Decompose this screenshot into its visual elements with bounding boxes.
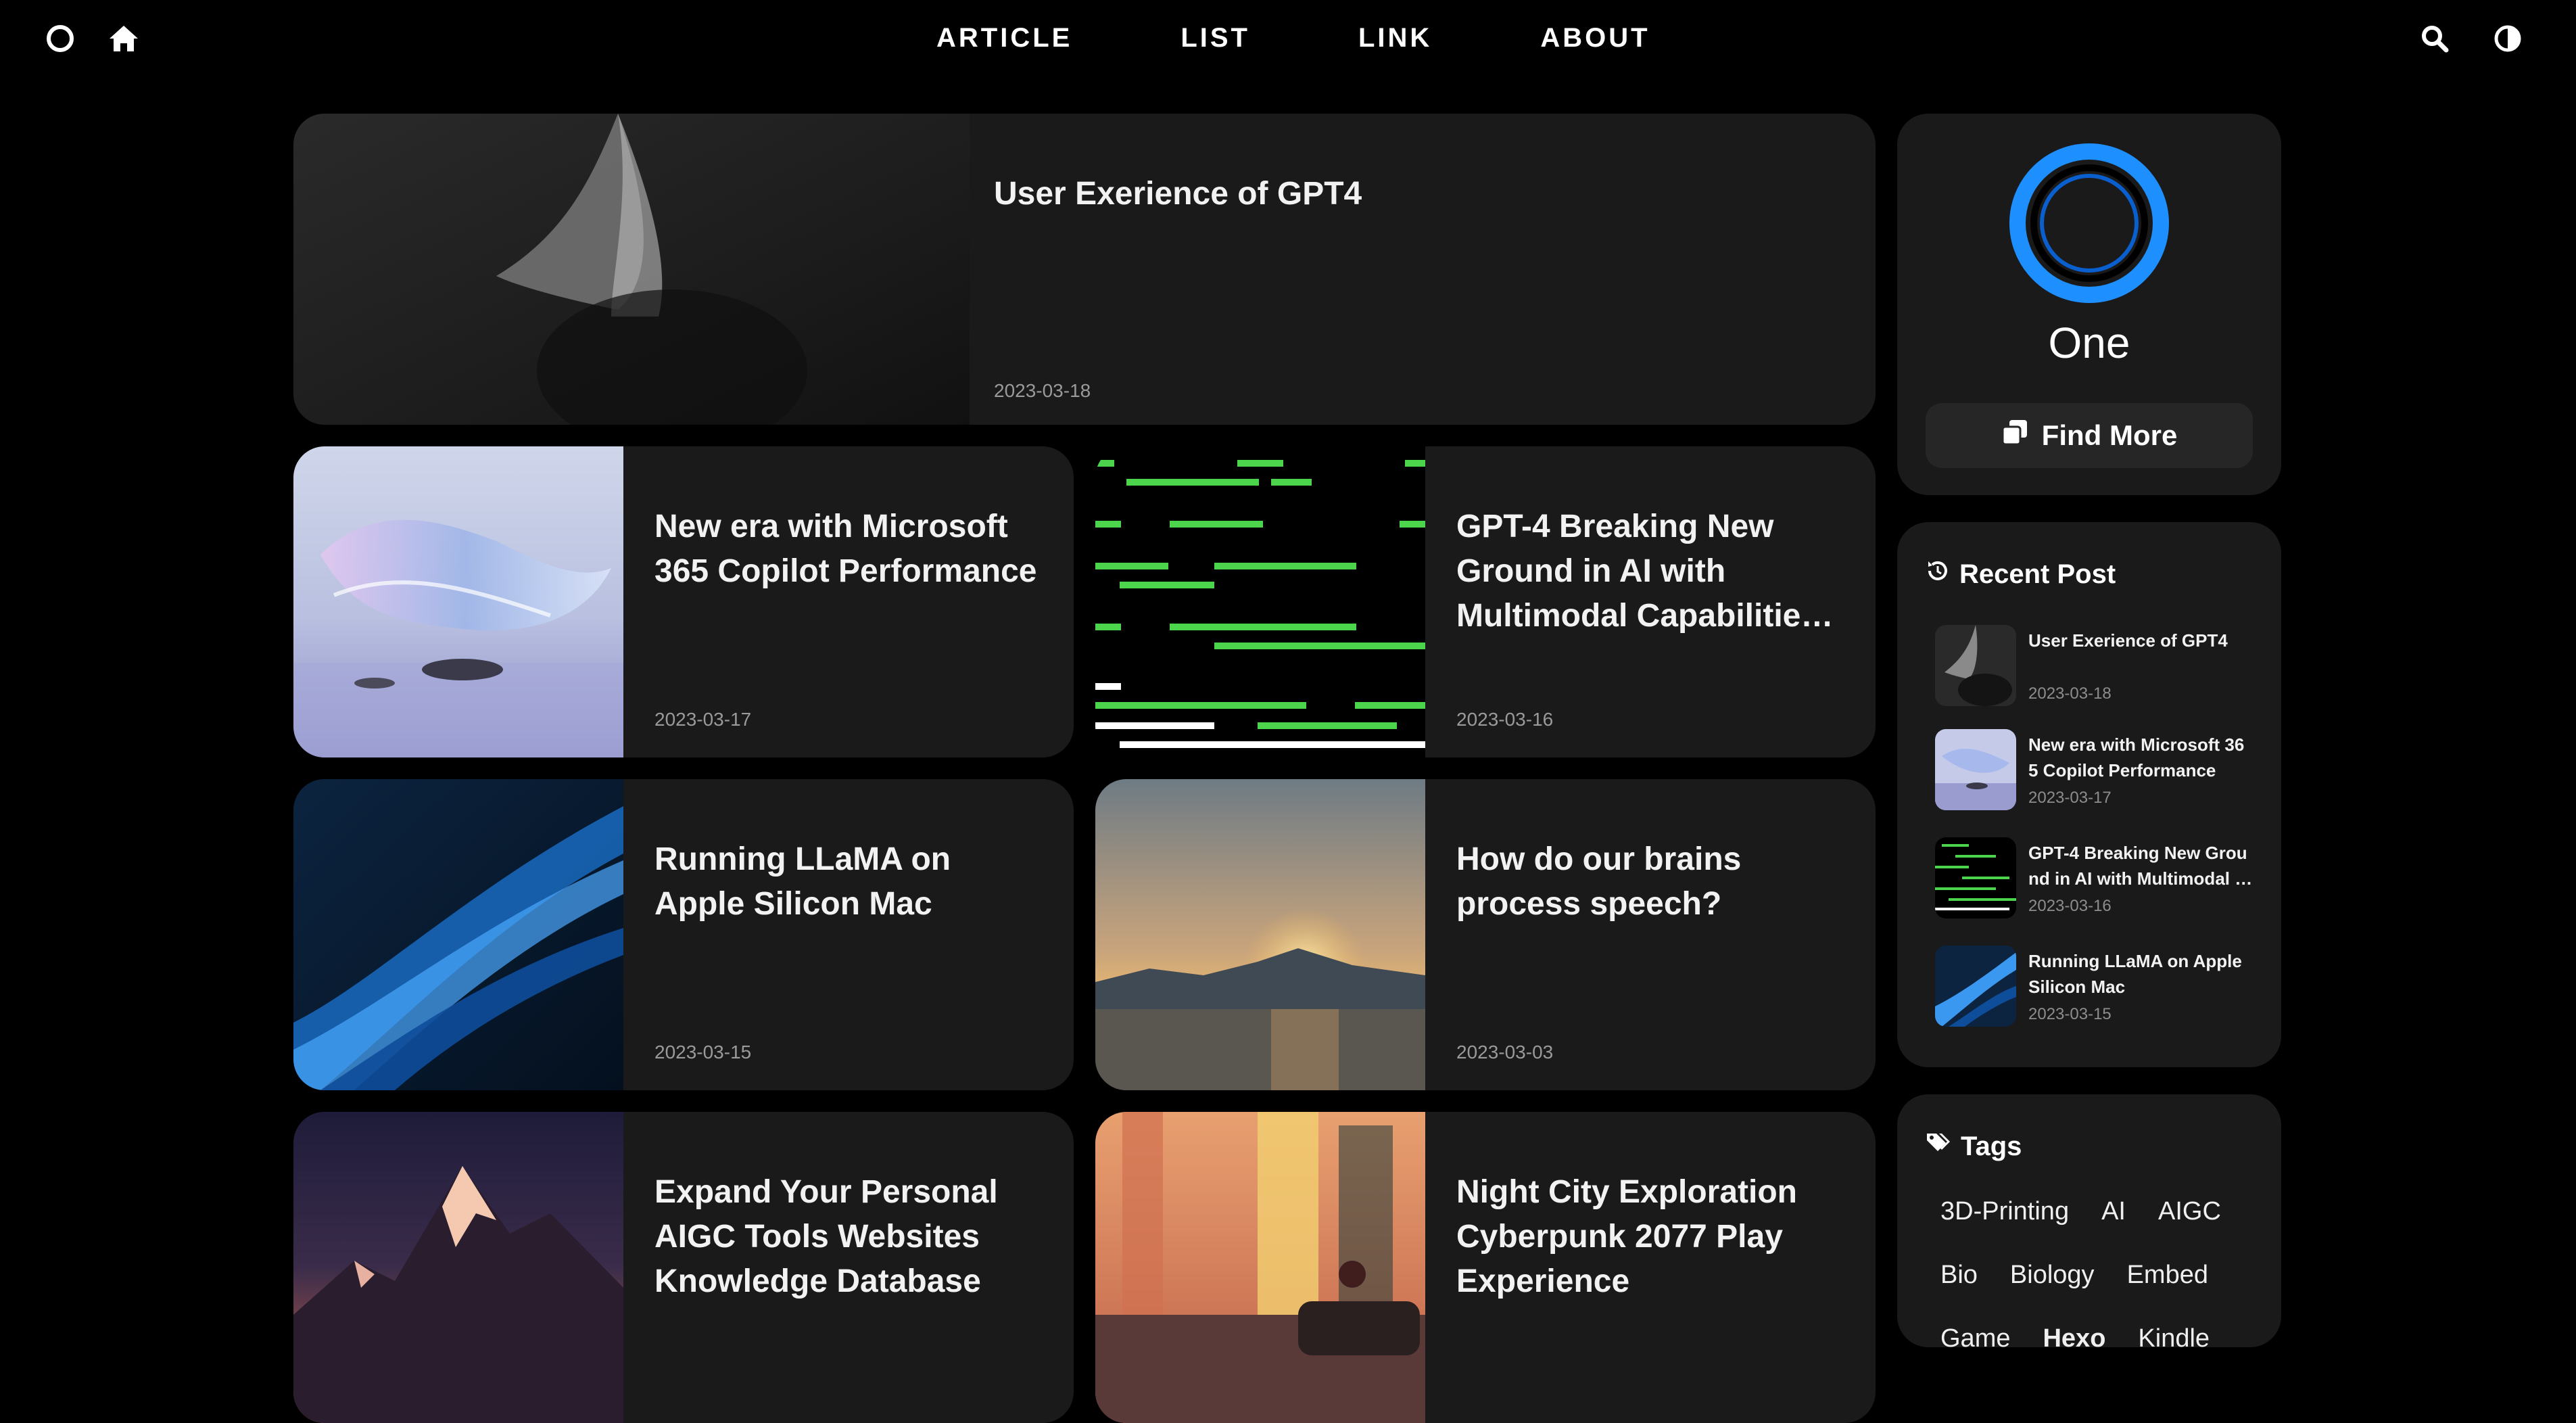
tag-item[interactable]: 3D-Printing [1924, 1193, 2085, 1230]
post-thumbnail [293, 114, 970, 425]
post-card-hero[interactable]: User Exerience of GPT4 2023-03-18 [293, 114, 1876, 425]
post-title[interactable]: Expand Your Personal AIGC Tools Websites… [654, 1170, 1040, 1304]
tag-item[interactable]: Embed [2111, 1257, 2224, 1293]
post-date: 2023-03-16 [1456, 709, 1554, 730]
post-title[interactable]: New era with Microsoft 365 Copilot Perfo… [654, 505, 1040, 594]
tag-item[interactable]: Game [1924, 1320, 2026, 1357]
profile-card: One Find More [1897, 114, 2281, 495]
post-card[interactable]: New era with Microsoft 365 Copilot Perfo… [293, 446, 1074, 757]
post-title[interactable]: User Exerience of GPT4 [994, 172, 1842, 216]
recent-post-date: 2023-03-18 [2028, 684, 2112, 703]
main-nav: ARTICLE LIST LINK ABOUT [936, 20, 1650, 55]
recent-post-date: 2023-03-17 [2028, 789, 2112, 807]
post-thumbnail [1095, 1112, 1425, 1423]
post-thumbnail [293, 446, 623, 757]
recent-post-item[interactable]: New era with Microsoft 365 Copilot Perfo… [1935, 729, 2260, 810]
tag-list: 3D-Printing AI AIGC Bio Biology Embed Ga… [1924, 1193, 2262, 1357]
recent-post-item[interactable]: User Exerience of GPT4 2023-03-18 [1935, 625, 2260, 706]
copy-icon [2001, 419, 2028, 452]
recent-post-thumbnail [1935, 625, 2016, 706]
recent-post-thumbnail [1935, 729, 2016, 810]
home-icon[interactable] [108, 23, 139, 54]
post-title[interactable]: How do our brains process speech? [1456, 837, 1842, 927]
recent-post-title-text[interactable]: User Exerience of GPT4 [2028, 628, 2253, 653]
recent-post-item[interactable]: Running LLaMA on Apple Silicon Mac 2023-… [1935, 946, 2260, 1027]
nav-about[interactable]: ABOUT [1540, 20, 1650, 55]
post-thumbnail [293, 1112, 623, 1423]
post-date: 2023-03-18 [994, 380, 1091, 401]
recent-post-thumbnail [1935, 837, 2016, 918]
recent-post-date: 2023-03-15 [2028, 1005, 2112, 1023]
history-icon [1926, 559, 1950, 590]
post-date: 2023-03-15 [654, 1042, 752, 1063]
recent-post-date: 2023-03-16 [2028, 897, 2112, 915]
recent-post-title-text[interactable]: Running LLaMA on Apple Silicon Mac [2028, 948, 2253, 1000]
post-thumbnail [1095, 446, 1425, 757]
recent-post-title-text[interactable]: New era with Microsoft 365 Copilot Perfo… [2028, 732, 2253, 783]
circle-logo-icon[interactable] [45, 23, 76, 54]
nav-article[interactable]: ARTICLE [936, 20, 1072, 55]
tag-item[interactable]: Bio [1924, 1257, 1994, 1293]
search-icon[interactable] [2419, 23, 2450, 54]
post-date: 2023-03-03 [1456, 1042, 1554, 1063]
find-more-label: Find More [2041, 419, 2178, 451]
contrast-icon[interactable] [2492, 23, 2523, 54]
tags-title: Tags [1926, 1131, 2022, 1162]
post-thumbnail [1095, 779, 1425, 1090]
recent-post-card: Recent Post User Exerience of GPT4 2023-… [1897, 522, 2281, 1067]
tag-item[interactable]: AIGC [2142, 1193, 2237, 1230]
recent-post-thumbnail [1935, 946, 2016, 1027]
post-card[interactable]: GPT-4 Breaking New Ground in AI with Mul… [1095, 446, 1876, 757]
post-title[interactable]: Night City Exploration Cyberpunk 2077 Pl… [1456, 1170, 1842, 1304]
post-card[interactable]: How do our brains process speech? 2023-0… [1095, 779, 1876, 1090]
tags-card: Tags 3D-Printing AI AIGC Bio Biology Emb… [1897, 1094, 2281, 1353]
post-card[interactable]: Expand Your Personal AIGC Tools Websites… [293, 1112, 1074, 1423]
recent-post-item[interactable]: GPT-4 Breaking New Ground in AI with Mul… [1935, 837, 2260, 918]
tag-item[interactable]: AI [2085, 1193, 2142, 1230]
nav-link[interactable]: LINK [1358, 20, 1432, 55]
post-title[interactable]: Running LLaMA on Apple Silicon Mac [654, 837, 1040, 927]
post-title[interactable]: GPT-4 Breaking New Ground in AI with Mul… [1456, 505, 1842, 638]
post-card[interactable]: Night City Exploration Cyberpunk 2077 Pl… [1095, 1112, 1876, 1423]
find-more-button[interactable]: Find More [1926, 403, 2253, 468]
recent-post-title: Recent Post [1926, 559, 2116, 590]
tag-item[interactable]: Hexo [2026, 1320, 2122, 1357]
post-card[interactable]: Running LLaMA on Apple Silicon Mac 2023-… [293, 779, 1074, 1090]
tag-item[interactable]: Biology [1994, 1257, 2111, 1293]
recent-post-title-text[interactable]: GPT-4 Breaking New Ground in AI with Mul… [2028, 840, 2253, 891]
post-date: 2023-03-17 [654, 709, 752, 730]
profile-name: One [2048, 319, 2130, 367]
post-thumbnail [293, 779, 623, 1090]
avatar [2008, 142, 2170, 304]
top-navigation-bar: ARTICLE LIST LINK ABOUT [0, 0, 2576, 76]
tag-item[interactable]: Kindle [2122, 1320, 2226, 1357]
nav-list[interactable]: LIST [1180, 20, 1250, 55]
tags-icon [1926, 1131, 1951, 1162]
